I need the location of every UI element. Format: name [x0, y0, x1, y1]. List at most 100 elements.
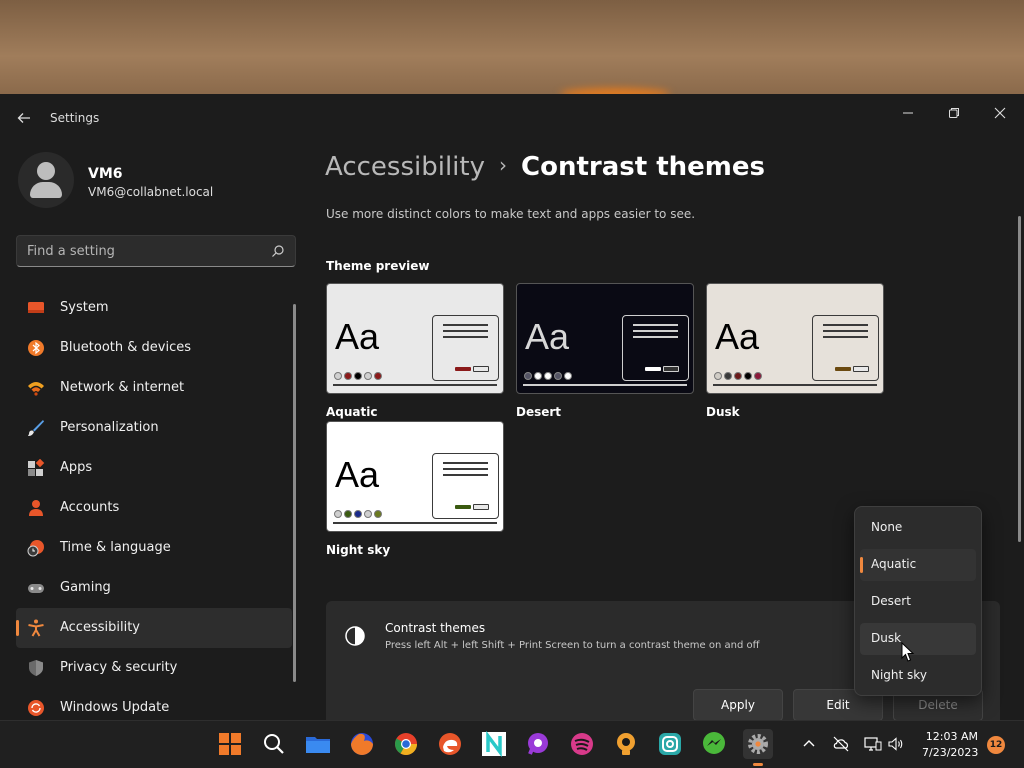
user-email: VM6@collabnet.local [88, 185, 214, 199]
theme-color-dot [554, 372, 562, 380]
theme-mini-window [622, 315, 689, 381]
theme-mini-button [663, 366, 679, 372]
clock-date[interactable]: 7/23/2023 [922, 746, 978, 759]
dropdown-option-none[interactable]: None [860, 512, 976, 544]
sidebar-item-network[interactable]: Network & internet [16, 368, 292, 408]
apps-icon [28, 459, 45, 476]
content-scrollbar[interactable] [1018, 216, 1021, 542]
chevron-up-icon[interactable] [800, 735, 818, 753]
title-bar: Settings [0, 94, 1024, 142]
network-icon[interactable] [864, 735, 882, 753]
taskbar-instagram[interactable] [655, 729, 685, 759]
sidebar-scrollbar[interactable] [293, 304, 296, 682]
search-input[interactable] [17, 236, 265, 266]
sidebar-item-bluetooth[interactable]: Bluetooth & devices [16, 328, 292, 368]
theme-mini-line [823, 324, 868, 326]
sidebar-item-label: Accessibility [60, 620, 140, 635]
taskbar-firefox[interactable] [347, 729, 377, 759]
accessibility-icon [28, 619, 44, 637]
theme-color-dot [734, 372, 742, 380]
sidebar-item-personalization[interactable]: Personalization [16, 408, 292, 448]
sidebar-item-accounts[interactable]: Accounts [16, 488, 292, 528]
theme-color-dot [544, 372, 552, 380]
taskbar-search-button[interactable] [259, 729, 289, 759]
theme-mini-line [633, 336, 678, 338]
sidebar-item-time-language[interactable]: Time & language [16, 528, 292, 568]
theme-base-line [333, 384, 497, 386]
sidebar-item-label: Personalization [60, 420, 159, 435]
sidebar-item-gaming[interactable]: Gaming [16, 568, 292, 608]
theme-name-night-sky: Night sky [326, 543, 391, 557]
theme-mini-window [812, 315, 879, 381]
taskbar-whatsapp[interactable] [523, 729, 553, 759]
sidebar-item-apps[interactable]: Apps [16, 448, 292, 488]
taskbar-edge[interactable] [435, 729, 465, 759]
theme-color-dots [714, 365, 764, 384]
sidebar-item-label: Privacy & security [60, 660, 178, 675]
theme-color-dot [564, 372, 572, 380]
theme-mini-line [633, 330, 678, 332]
sidebar-item-privacy[interactable]: Privacy & security [16, 648, 292, 688]
theme-color-dot [334, 510, 342, 518]
app-title: Settings [50, 111, 100, 125]
firefox-icon [351, 733, 373, 755]
theme-color-dot [754, 372, 762, 380]
theme-mini-line [823, 336, 868, 338]
close-icon [994, 107, 1006, 119]
taskbar-lightbulb-app[interactable] [611, 729, 641, 759]
accounts-icon [29, 500, 43, 516]
theme-mini-button [473, 366, 489, 372]
breadcrumb: Accessibility › Contrast themes [325, 152, 765, 182]
theme-base-line [523, 384, 687, 386]
taskbar-settings[interactable] [743, 729, 773, 766]
close-button[interactable] [980, 100, 1020, 130]
theme-sample-text: Aa [715, 316, 760, 357]
sidebar-item-accessibility[interactable]: Accessibility [16, 608, 292, 648]
theme-color-dot [354, 510, 362, 518]
notion-icon [482, 730, 506, 758]
restore-button[interactable] [934, 100, 974, 130]
dropdown-option-night-sky[interactable]: Night sky [860, 660, 976, 692]
theme-sample-text: Aa [335, 316, 380, 357]
clock-time[interactable]: 12:03 AM [922, 730, 978, 743]
notification-badge[interactable]: 12 [987, 736, 1005, 754]
clock-globe-icon [27, 540, 44, 557]
theme-preview-card-night-sky[interactable]: Aa [326, 421, 504, 532]
back-button[interactable] [12, 106, 36, 130]
wifi-icon [28, 382, 44, 396]
theme-preview-card-aquatic[interactable]: Aa [326, 283, 504, 394]
start-button[interactable] [215, 729, 245, 759]
theme-preview-card-dusk[interactable]: Aa [706, 283, 884, 394]
theme-sample-text: Aa [525, 316, 570, 357]
breadcrumb-parent[interactable]: Accessibility [325, 152, 485, 182]
theme-preview-card-desert[interactable]: Aa [516, 283, 694, 394]
minimize-button[interactable] [888, 100, 928, 130]
theme-mini-line [443, 336, 488, 338]
sidebar-item-windows-update[interactable]: Windows Update [16, 688, 292, 720]
taskbar-messenger[interactable] [699, 729, 729, 759]
taskbar-chrome[interactable] [391, 729, 421, 759]
dropdown-option-desert[interactable]: Desert [860, 586, 976, 618]
gamepad-icon [28, 584, 44, 593]
search-icon[interactable] [271, 244, 285, 258]
theme-mini-window [432, 315, 499, 381]
dropdown-option-dusk[interactable]: Dusk [860, 623, 976, 655]
sidebar-item-system[interactable]: System [16, 288, 292, 328]
setting-description: Press left Alt + left Shift + Print Scre… [385, 640, 760, 651]
taskbar-spotify[interactable] [567, 729, 597, 759]
cloud-offline-icon[interactable] [832, 735, 850, 753]
apply-button[interactable]: Apply [693, 689, 783, 720]
dropdown-option-aquatic[interactable]: Aquatic [860, 549, 976, 581]
theme-color-dot [364, 510, 372, 518]
taskbar-notion[interactable] [479, 729, 509, 759]
theme-dropdown-menu: None Aquatic Desert Dusk Night sky [854, 506, 982, 696]
sidebar-item-label: Network & internet [60, 380, 185, 395]
contrast-icon [345, 626, 365, 646]
theme-mini-line [823, 330, 868, 332]
sidebar-item-label: Accounts [60, 500, 120, 515]
taskbar-file-explorer[interactable] [303, 729, 333, 759]
search-icon [264, 734, 284, 754]
dropdown-option-label: Night sky [871, 668, 927, 682]
sidebar-item-label: Bluetooth & devices [60, 340, 191, 355]
volume-icon[interactable] [887, 735, 905, 753]
